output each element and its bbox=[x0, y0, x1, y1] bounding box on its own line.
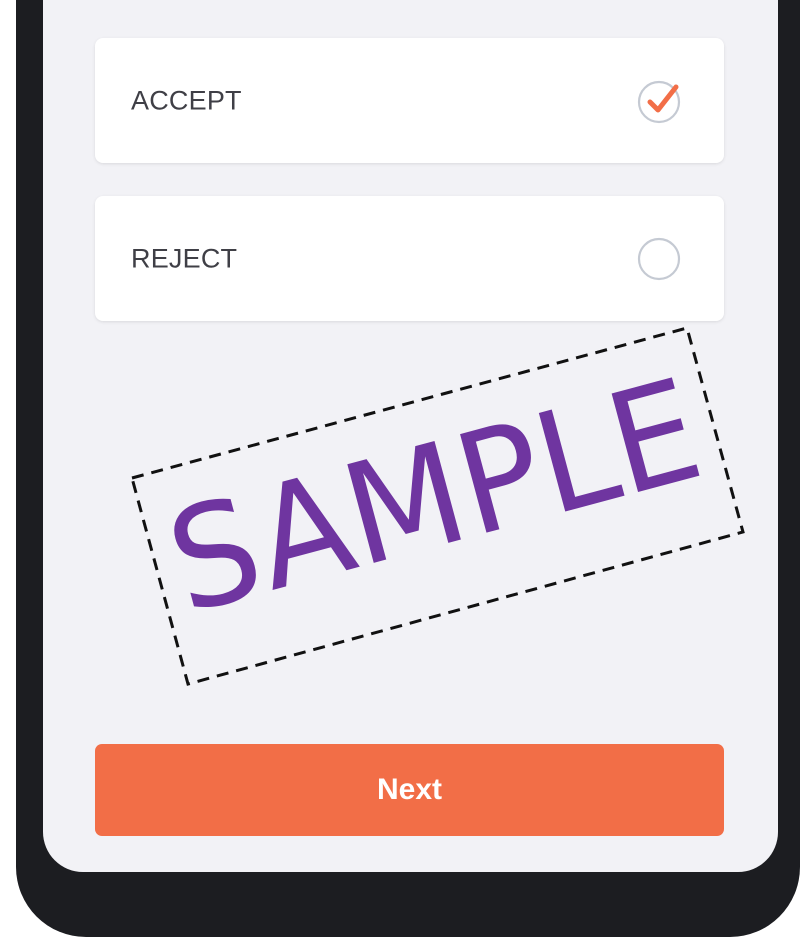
option-reject[interactable]: REJECT bbox=[95, 196, 724, 321]
next-button[interactable]: Next bbox=[95, 744, 724, 836]
option-accept-label: ACCEPT bbox=[131, 85, 242, 115]
radio-unselected-icon[interactable] bbox=[636, 235, 684, 283]
checkmark-selected-icon[interactable] bbox=[636, 77, 684, 125]
option-accept[interactable]: ACCEPT bbox=[95, 38, 724, 163]
option-reject-label: REJECT bbox=[131, 243, 238, 273]
page: ACCEPT REJECT Next SAMPLE bbox=[0, 0, 804, 939]
